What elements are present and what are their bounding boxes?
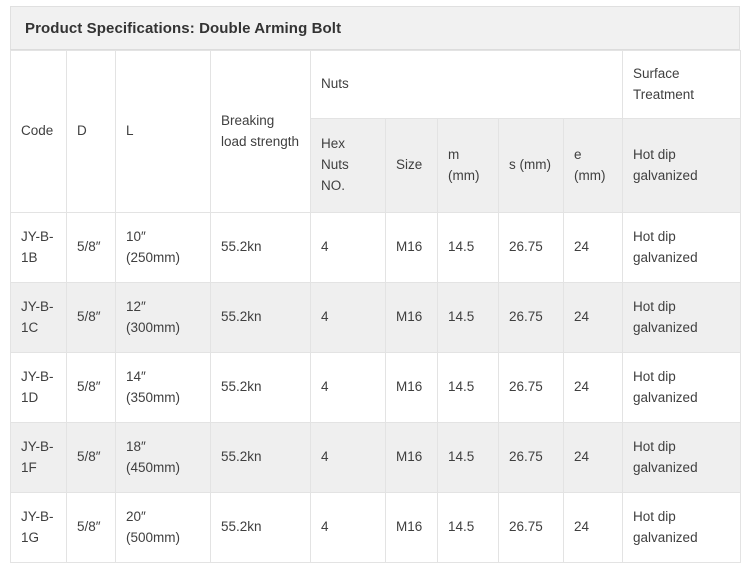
cell-m-mm: 14.5: [437, 492, 499, 563]
cell-surface-treatment: Hot dip galvanized: [622, 492, 742, 563]
specifications-table: Code D L Breaking load strength Nuts Sur…: [10, 50, 742, 563]
cell-s-mm: 26.75: [498, 492, 564, 563]
cell-m-mm: 14.5: [437, 282, 499, 353]
cell-e-mm: 24: [562, 352, 624, 423]
table-header-row-groups: Code D L Breaking load strength Nuts Sur…: [10, 50, 742, 213]
cell-s-mm: 26.75: [498, 352, 564, 423]
table-row: JY-B-1C 5/8″ 12″ (300mm) 55.2kn 4 M16 14…: [10, 282, 742, 353]
column-header-m-mm: m (mm): [437, 118, 499, 213]
cell-d: 5/8″: [66, 492, 116, 563]
column-header-size: Size: [385, 118, 438, 213]
cell-size: M16: [385, 492, 438, 563]
cell-e-mm: 24: [562, 282, 624, 353]
cell-code: JY-B-1C: [10, 282, 67, 353]
column-header-surface-treatment: Surface Treatment: [622, 50, 742, 119]
cell-e-mm: 24: [562, 212, 624, 283]
cell-l: 12″ (300mm): [115, 282, 211, 353]
cell-d: 5/8″: [66, 282, 116, 353]
cell-size: M16: [385, 422, 438, 493]
cell-breaking-load-strength: 55.2kn: [210, 422, 311, 493]
page-title: Product Specifications: Double Arming Bo…: [10, 6, 740, 50]
table-row: JY-B-1G 5/8″ 20″ (500mm) 55.2kn 4 M16 14…: [10, 492, 742, 563]
cell-m-mm: 14.5: [437, 212, 499, 283]
cell-hex-nuts-no: 4: [310, 212, 386, 283]
cell-d: 5/8″: [66, 422, 116, 493]
cell-surface-treatment: Hot dip galvanized: [622, 212, 742, 283]
cell-s-mm: 26.75: [498, 282, 564, 353]
column-header-l: L: [115, 50, 211, 213]
cell-size: M16: [385, 212, 438, 283]
column-group-header-nuts: Nuts: [309, 50, 624, 119]
column-header-breaking-load-strength: Breaking load strength: [210, 50, 311, 213]
product-specifications-panel: Product Specifications: Double Arming Bo…: [10, 6, 742, 563]
cell-hex-nuts-no: 4: [310, 492, 386, 563]
cell-m-mm: 14.5: [437, 352, 499, 423]
column-header-s-mm: s (mm): [498, 118, 564, 213]
cell-hex-nuts-no: 4: [310, 352, 386, 423]
table-row: JY-B-1F 5/8″ 18″ (450mm) 55.2kn 4 M16 14…: [10, 422, 742, 493]
cell-size: M16: [385, 282, 438, 353]
cell-hex-nuts-no: 4: [310, 282, 386, 353]
column-header-surface-treatment-value: Hot dip galvanized: [622, 118, 742, 213]
column-header-hex-nuts-no: Hex Nuts NO.: [310, 118, 386, 213]
cell-d: 5/8″: [66, 352, 116, 423]
cell-s-mm: 26.75: [498, 422, 564, 493]
cell-breaking-load-strength: 55.2kn: [210, 492, 311, 563]
cell-l: 20″ (500mm): [115, 492, 211, 563]
column-header-d: D: [66, 50, 116, 213]
table-row: JY-B-1B 5/8″ 10″ (250mm) 55.2kn 4 M16 14…: [10, 212, 742, 283]
cell-d: 5/8″: [66, 212, 116, 283]
cell-e-mm: 24: [562, 492, 624, 563]
cell-surface-treatment: Hot dip galvanized: [622, 282, 742, 353]
cell-m-mm: 14.5: [437, 422, 499, 493]
table-row: JY-B-1D 5/8″ 14″ (350mm) 55.2kn 4 M16 14…: [10, 352, 742, 423]
cell-breaking-load-strength: 55.2kn: [210, 282, 311, 353]
table-body: JY-B-1B 5/8″ 10″ (250mm) 55.2kn 4 M16 14…: [10, 212, 742, 563]
cell-code: JY-B-1F: [10, 422, 67, 493]
cell-s-mm: 26.75: [498, 212, 564, 283]
cell-l: 18″ (450mm): [115, 422, 211, 493]
cell-l: 10″ (250mm): [115, 212, 211, 283]
cell-breaking-load-strength: 55.2kn: [210, 212, 311, 283]
cell-e-mm: 24: [562, 422, 624, 493]
column-header-e-mm: e (mm): [562, 118, 624, 213]
cell-size: M16: [385, 352, 438, 423]
cell-code: JY-B-1B: [10, 212, 67, 283]
table-header: Code D L Breaking load strength Nuts Sur…: [10, 50, 742, 213]
cell-hex-nuts-no: 4: [310, 422, 386, 493]
cell-code: JY-B-1G: [10, 492, 67, 563]
cell-breaking-load-strength: 55.2kn: [210, 352, 311, 423]
cell-surface-treatment: Hot dip galvanized: [622, 352, 742, 423]
cell-l: 14″ (350mm): [115, 352, 211, 423]
cell-surface-treatment: Hot dip galvanized: [622, 422, 742, 493]
column-header-code: Code: [10, 50, 67, 213]
cell-code: JY-B-1D: [10, 352, 67, 423]
